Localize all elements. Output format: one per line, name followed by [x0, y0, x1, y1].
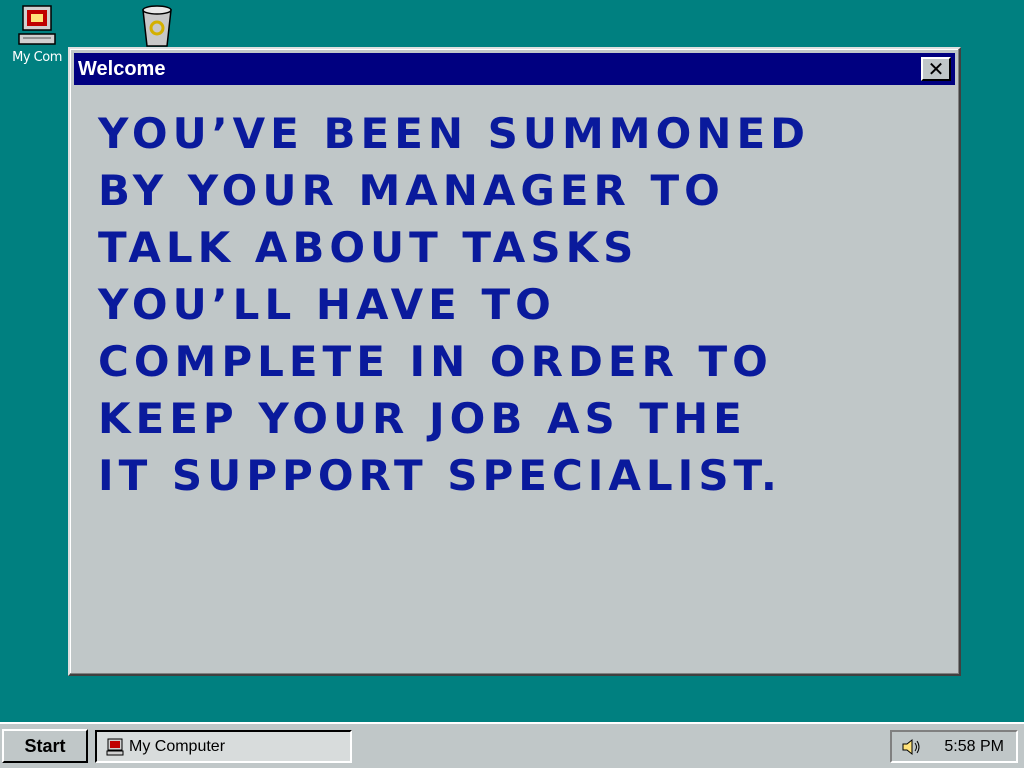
message-line: you’ll have to	[98, 280, 556, 329]
message-line: talk about tasks	[98, 223, 639, 272]
title-bar[interactable]: Welcome ✕	[74, 53, 955, 85]
welcome-window: Welcome ✕ You’ve been summoned by your m…	[68, 47, 961, 676]
message-line: IT Support Specialist.	[98, 451, 782, 500]
close-button[interactable]: ✕	[921, 57, 951, 81]
computer-icon	[106, 738, 124, 755]
taskbar: Start My Computer 5:58 PM	[0, 722, 1024, 768]
close-icon: ✕	[927, 57, 945, 81]
system-tray: 5:58 PM	[890, 730, 1018, 763]
taskbar-item-my-computer[interactable]: My Computer	[95, 730, 352, 763]
message-line: keep your job as the	[98, 394, 747, 443]
welcome-message: You’ve been summoned by your manager to …	[98, 105, 958, 504]
speaker-icon[interactable]	[900, 737, 922, 757]
taskbar-item-label: My Computer	[129, 737, 226, 755]
message-line: by your manager to	[98, 166, 725, 215]
window-title: Welcome	[78, 57, 166, 80]
computer-icon	[18, 5, 56, 45]
desktop-icon-recycle-bin[interactable]	[122, 0, 192, 48]
start-button[interactable]: Start	[2, 729, 88, 763]
message-line: You’ve been summoned	[98, 109, 811, 158]
desktop-icon-my-computer[interactable]: My Com	[2, 2, 72, 65]
message-line: complete in order to	[98, 337, 773, 386]
recycle-bin-icon	[142, 5, 172, 47]
clock: 5:58 PM	[944, 737, 1004, 755]
desktop-icon-label: My Com	[12, 50, 62, 65]
